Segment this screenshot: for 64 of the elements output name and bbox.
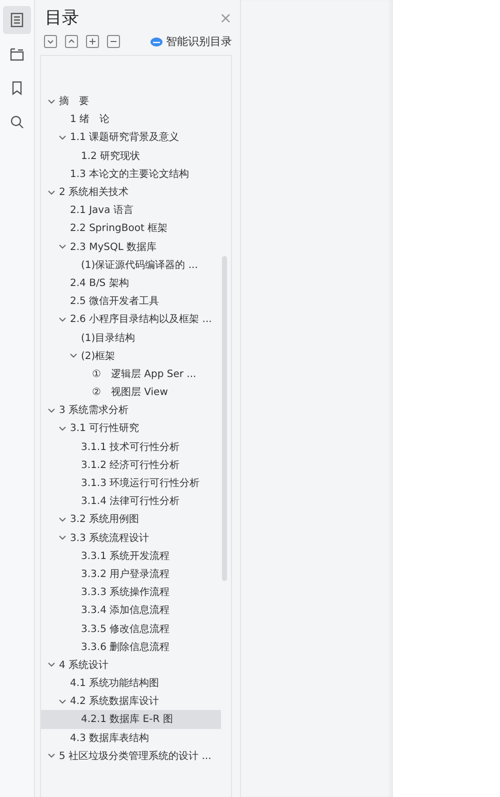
outline-item[interactable]: 3 系统需求分析 [41, 401, 221, 420]
outline-item[interactable]: 3.3 系统流程设计 [41, 528, 221, 547]
outline-item[interactable]: 5 社区垃圾分类管理系统的设计 ... [41, 746, 221, 765]
collapse-all-button[interactable] [65, 35, 78, 48]
outline-item[interactable]: 3.3.5 修改信息流程 [41, 619, 221, 638]
outline-item[interactable]: 2.3 MySQL 数据库 [41, 238, 221, 256]
outline-item[interactable]: 1 绪 论 [41, 110, 221, 128]
outline-item[interactable]: 3.1.1 技术可行性分析 [41, 438, 221, 456]
outline-item[interactable]: 2.2 SpringBoot 框架 [41, 219, 221, 238]
outline-item[interactable]: 4.2 系统数据库设计 [41, 692, 221, 710]
chevron-icon[interactable] [47, 406, 56, 415]
chevron-icon[interactable] [58, 132, 67, 142]
chevron-icon[interactable] [47, 660, 56, 670]
document-icon [9, 12, 25, 28]
outline-item[interactable]: 3.3.3 系统操作流程 [41, 583, 221, 602]
add-button[interactable] [86, 35, 99, 48]
outline-item[interactable]: (2)框架 [41, 346, 221, 365]
remove-button[interactable] [107, 35, 120, 48]
outline-item[interactable]: 3.3.4 添加信息流程 [41, 601, 221, 620]
outline-item[interactable]: 3.3.6 删除信息流程 [41, 638, 221, 656]
outline-item[interactable]: 3.1 可行性研究 [41, 419, 221, 438]
outline-item[interactable]: 3.1.3 环境运行可行性分析 [41, 474, 221, 492]
chevron-icon[interactable] [69, 351, 78, 360]
search-icon [9, 114, 25, 130]
chevron-icon[interactable] [47, 751, 56, 760]
outline-item[interactable]: (1)目录结构 [41, 328, 221, 347]
plus-icon [88, 37, 97, 46]
scrollbar[interactable] [222, 256, 227, 581]
outline-item[interactable]: 2.1 Java 语言 [41, 201, 221, 220]
chevron-icon[interactable] [58, 314, 67, 324]
cloud-icon [150, 36, 163, 47]
outline-item[interactable]: 2 系统相关技术 [41, 182, 221, 202]
folder-icon [9, 46, 25, 62]
outline-item[interactable]: 4.2.1 数据库 E-R 图 [41, 710, 221, 729]
outline-item[interactable]: 2.6 小程序目录结构以及框架 ... [41, 310, 221, 328]
outline-item[interactable]: ① 逻辑层 App Ser ... [41, 364, 221, 383]
chevron-down-icon [46, 37, 55, 46]
outline-item[interactable]: 4 系统设计 [41, 656, 221, 674]
outline-item[interactable]: 摘 要 [41, 92, 221, 110]
outline-item[interactable]: 2.4 B/S 架构 [41, 274, 221, 292]
outline-item[interactable]: 3.1.2 经济可行性分析 [41, 456, 221, 474]
chevron-icon[interactable] [58, 242, 67, 252]
outline-item[interactable]: (1)保证源代码编译器的 ... [41, 256, 221, 274]
chevron-icon[interactable] [47, 96, 56, 106]
outline-item[interactable]: 3.3.1 系统开发流程 [41, 546, 221, 565]
smart-outline-button[interactable]: 智能识别目录 [150, 34, 232, 49]
outline-item[interactable]: 1.3 本论文的主要论文结构 [41, 164, 221, 183]
outline-item[interactable]: ② 视图层 View [41, 383, 221, 402]
expand-all-button[interactable] [44, 35, 57, 48]
outline-item[interactable]: 4.1 系统功能结构图 [41, 674, 221, 692]
panel-title: 目录 [45, 7, 79, 29]
chevron-icon[interactable] [47, 188, 56, 197]
outline-item[interactable]: 4.3 数据库表结构 [41, 728, 221, 747]
outline-item[interactable]: 3.3.2 用户登录流程 [41, 564, 221, 584]
outline-item[interactable]: 1.2 研究现状 [41, 146, 221, 165]
chevron-icon[interactable] [58, 424, 67, 433]
outline-item[interactable]: 3.2 系统用例图 [41, 510, 221, 528]
sidebar-tab[interactable] [3, 6, 31, 34]
outline-item[interactable]: 3.1.4 法律可行性分析 [41, 492, 221, 510]
outline-item[interactable]: 2.5 微信开发者工具 [41, 292, 221, 310]
chevron-icon[interactable] [58, 514, 67, 524]
chevron-icon[interactable] [58, 533, 67, 542]
chevron-icon[interactable] [58, 696, 67, 706]
outline-item[interactable]: 1.1 课题研究背景及意义 [41, 128, 221, 147]
